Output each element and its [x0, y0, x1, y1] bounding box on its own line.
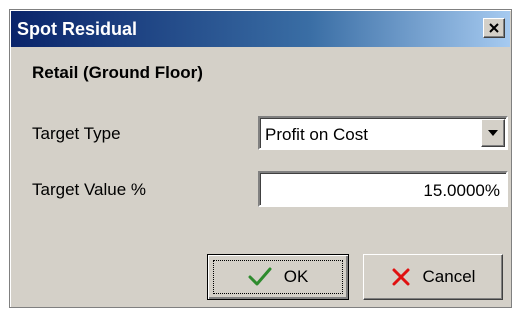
window-title: Spot Residual	[17, 19, 138, 39]
cancel-button-label: Cancel	[422, 267, 476, 286]
focus-rectangle	[213, 260, 343, 294]
target-value-label: Target Value %	[32, 180, 147, 199]
section-heading: Retail (Ground Floor)	[32, 63, 203, 82]
target-type-select[interactable]: Profit on Cost	[258, 116, 508, 150]
close-icon	[488, 22, 500, 34]
chevron-down-icon	[487, 129, 499, 137]
title-bar[interactable]: Spot Residual	[11, 11, 510, 47]
close-button[interactable]	[483, 18, 505, 38]
spot-residual-dialog: Spot Residual Retail (Ground Floor) Targ…	[9, 9, 512, 308]
target-type-dropdown-button[interactable]	[481, 119, 505, 147]
cancel-button[interactable]: Cancel	[363, 254, 503, 300]
x-icon	[391, 267, 411, 287]
target-value-text: 15.0000%	[423, 181, 500, 200]
ok-button[interactable]: OK	[207, 254, 349, 300]
target-type-value: Profit on Cost	[265, 125, 368, 144]
target-type-label: Target Type	[32, 124, 121, 143]
target-value-input[interactable]: 15.0000%	[258, 171, 508, 207]
